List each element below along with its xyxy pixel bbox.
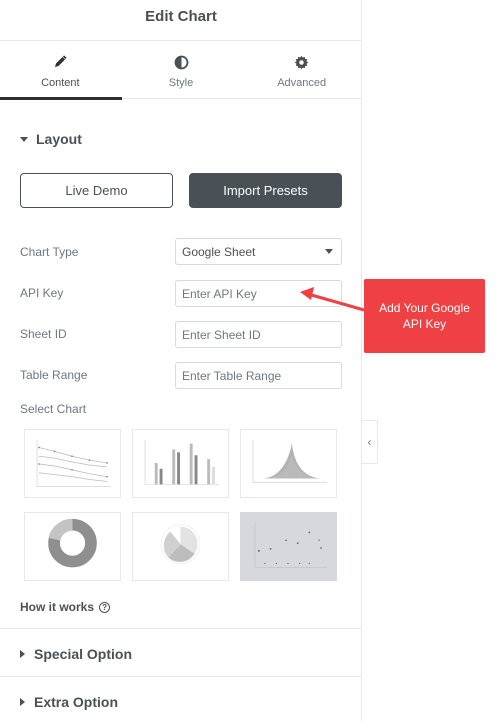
gear-icon (294, 54, 310, 70)
section-divider (0, 628, 361, 629)
panel-title: Edit Chart (145, 7, 217, 25)
chart-option-scatter[interactable] (240, 512, 337, 581)
caret-down-icon (20, 136, 28, 142)
chart-option-donut[interactable] (24, 512, 121, 581)
caret-right-icon (20, 650, 25, 658)
special-option-toggle[interactable]: Special Option (20, 646, 132, 662)
layout-section-title: Layout (36, 131, 82, 147)
chart-type-label: Chart Type (20, 245, 79, 259)
tab-content[interactable]: Content (0, 41, 122, 100)
panel-collapse-handle[interactable]: ‹ (362, 420, 378, 464)
help-icon: ? (99, 601, 111, 613)
chevron-down-icon (325, 249, 333, 254)
donut-chart-icon (48, 518, 97, 568)
import-presets-button[interactable]: Import Presets (189, 173, 342, 208)
caret-right-icon (20, 698, 25, 706)
sheet-id-label: Sheet ID (20, 327, 67, 341)
editor-panel: Edit Chart Content Style Advanced Layout… (0, 0, 362, 721)
annotation-arrow (300, 287, 365, 312)
chart-option-polar[interactable] (132, 512, 229, 581)
area-chart-icon (252, 439, 327, 483)
chart-type-value: Google Sheet (182, 244, 256, 259)
tab-style[interactable]: Style (121, 41, 242, 99)
chart-type-select[interactable]: Google Sheet (175, 238, 342, 265)
polar-chart-icon (160, 524, 201, 564)
api-key-label: API Key (20, 286, 64, 300)
tab-style-label: Style (168, 77, 194, 89)
half-circle-icon (173, 54, 189, 70)
pencil-icon (52, 54, 68, 70)
select-chart-label: Select Chart (20, 402, 87, 416)
layout-section-toggle[interactable]: Layout (20, 131, 82, 147)
table-range-input[interactable]: Enter Table Range (175, 362, 342, 389)
section-divider (0, 676, 361, 677)
chart-option-line[interactable] (24, 429, 121, 498)
how-it-works-link[interactable]: How it works ? (20, 600, 111, 614)
scatter-chart-icon (254, 522, 327, 568)
chevron-left-icon: ‹ (367, 435, 372, 449)
panel-tabs: Content Style Advanced (0, 41, 361, 100)
chart-option-area[interactable] (240, 429, 337, 498)
tab-content-label: Content (41, 77, 80, 89)
extra-option-toggle[interactable]: Extra Option (20, 694, 118, 710)
panel-header: Edit Chart (0, 0, 361, 41)
extra-option-title: Extra Option (34, 694, 119, 710)
sheet-id-input[interactable]: Enter Sheet ID (175, 321, 342, 348)
tab-advanced-label: Advanced (277, 77, 327, 89)
special-option-title: Special Option (34, 646, 133, 662)
line-chart-icon (36, 439, 111, 487)
chart-option-bar[interactable] (132, 429, 229, 498)
api-key-callout: Add Your Google API Key (364, 279, 485, 353)
table-range-label: Table Range (20, 368, 88, 382)
callout-text: Add Your Google API Key (379, 301, 470, 331)
tab-advanced[interactable]: Advanced (241, 41, 361, 99)
how-it-works-label: How it works (20, 600, 95, 614)
bar-chart-icon (144, 439, 219, 485)
live-demo-button[interactable]: Live Demo (20, 173, 173, 208)
